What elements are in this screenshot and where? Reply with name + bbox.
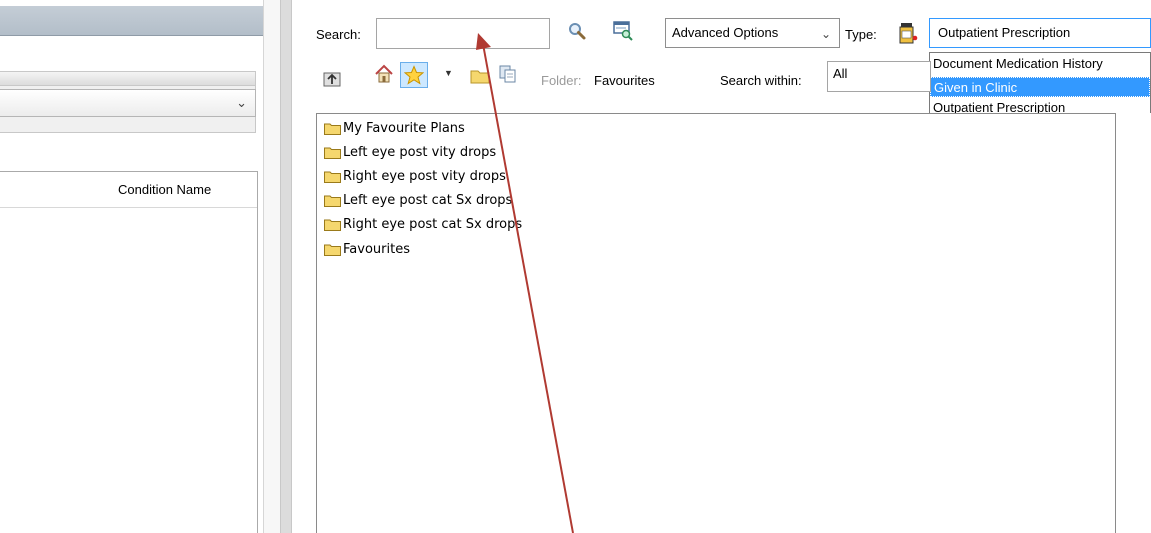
left-panel-group-header: [0, 72, 255, 86]
folder-icon: [324, 147, 341, 159]
type-select[interactable]: Outpatient Prescription: [929, 18, 1151, 48]
copy-icon[interactable]: [498, 64, 518, 84]
favourites-button[interactable]: [400, 62, 428, 88]
folder-icon: [324, 123, 341, 135]
chevron-down-icon[interactable]: ⌄: [821, 27, 831, 41]
condition-name-column-header[interactable]: Condition Name: [118, 182, 211, 197]
type-options-list: Document Medication History Given in Cli…: [929, 52, 1151, 120]
tree-item-left-eye-post-cat-sx-drops[interactable]: Left eye post cat Sx drops: [324, 190, 512, 210]
pane-splitter[interactable]: [280, 0, 292, 533]
tree-item-favourites[interactable]: Favourites: [324, 239, 410, 259]
tree-item-my-favourite-plans[interactable]: My Favourite Plans: [324, 118, 465, 138]
search-label: Search:: [316, 27, 361, 42]
search-within-label: Search within:: [720, 73, 802, 88]
favourites-dropdown-arrow-icon[interactable]: ▼: [444, 68, 453, 78]
folder-icon: [324, 171, 341, 183]
search-within-select[interactable]: All: [827, 61, 931, 92]
tree-item-label: Left eye post vity drops: [343, 144, 497, 160]
left-panel: ⌄ Condition Name: [0, 0, 280, 533]
star-icon: [404, 65, 424, 85]
tree-item-left-eye-post-vity-drops[interactable]: Left eye post vity drops: [324, 142, 496, 162]
condition-list: Condition Name: [0, 171, 258, 533]
search-results-icon[interactable]: [612, 20, 634, 42]
type-select-value: Outpatient Prescription: [938, 25, 1071, 40]
tree-item-label: Right eye post vity drops: [343, 168, 506, 184]
favourites-tree: My Favourite Plans Left eye post vity dr…: [316, 113, 1116, 533]
left-panel-scrollbar[interactable]: [263, 0, 280, 533]
advanced-options-label: Advanced Options: [672, 25, 779, 40]
condition-list-header: Condition Name: [0, 172, 257, 208]
home-icon[interactable]: [374, 64, 394, 84]
left-panel-dropdown[interactable]: ⌄: [0, 89, 256, 117]
type-option-document-medication-history[interactable]: Document Medication History: [930, 54, 1150, 74]
tree-item-label: My Favourite Plans: [343, 120, 465, 136]
right-panel-margin: [1116, 113, 1151, 533]
type-option-given-in-clinic[interactable]: Given in Clinic: [930, 77, 1150, 97]
tree-item-label: Favourites: [343, 241, 410, 257]
tree-item-label: Left eye post cat Sx drops: [343, 192, 513, 208]
search-icon[interactable]: [567, 22, 587, 42]
search-input[interactable]: [376, 18, 550, 49]
advanced-options-dropdown[interactable]: Advanced Options ⌄: [665, 18, 840, 48]
folder-value: Favourites: [594, 73, 655, 88]
left-panel-titlebar: [0, 6, 280, 36]
folder-icon: [324, 244, 341, 256]
chevron-down-icon[interactable]: ⌄: [236, 95, 247, 111]
tree-item-right-eye-post-vity-drops[interactable]: Right eye post vity drops: [324, 166, 506, 186]
type-label: Type:: [845, 27, 877, 42]
folder-label: Folder:: [541, 73, 582, 88]
folder-icon: [324, 219, 341, 231]
search-within-value: All: [833, 66, 848, 81]
folder-icon: [324, 195, 341, 207]
medication-bottle-icon: [899, 23, 918, 44]
folder-up-icon[interactable]: [322, 68, 342, 88]
tree-item-label: Right eye post cat Sx drops: [343, 216, 523, 232]
order-search-panel: Search: Advanced Options ⌄ Type: Outpati…: [292, 0, 1151, 533]
new-folder-icon[interactable]: [470, 66, 490, 86]
tree-item-right-eye-post-cat-sx-drops[interactable]: Right eye post cat Sx drops: [324, 214, 522, 234]
